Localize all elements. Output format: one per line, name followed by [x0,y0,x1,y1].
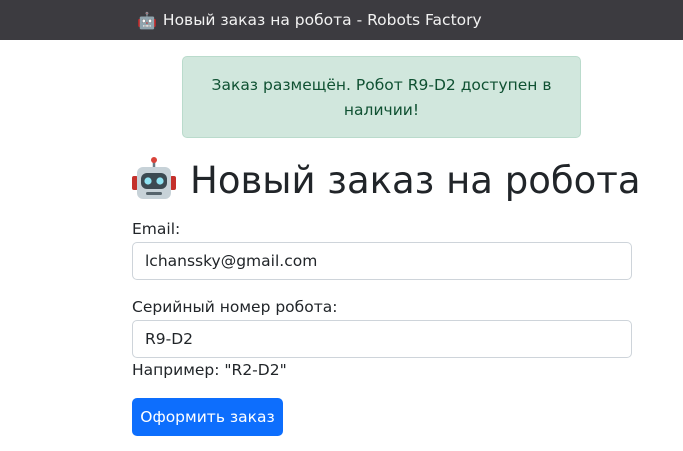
window-titlebar: 🤖 Новый заказ на робота - Robots Factory [0,0,683,40]
window-title: Новый заказ на робота - Robots Factory [162,11,482,29]
alert-message: Заказ размещён. Робот R9-D2 доступен в н… [211,76,552,119]
serial-number-hint: Например: "R2-D2" [132,361,287,379]
submit-order-button[interactable]: Оформить заказ [132,398,283,436]
page-heading: Новый заказ на робота [130,152,670,208]
serial-number-label: Серийный номер робота: [132,298,338,316]
email-field[interactable] [132,242,632,280]
robot-emoji-icon: 🤖 [137,10,157,30]
page-heading-text: Новый заказ на робота [190,158,641,202]
serial-number-field[interactable] [132,320,632,358]
success-alert: Заказ размещён. Робот R9-D2 доступен в н… [182,56,581,138]
email-label: Email: [132,220,181,238]
robot-icon [132,157,176,199]
